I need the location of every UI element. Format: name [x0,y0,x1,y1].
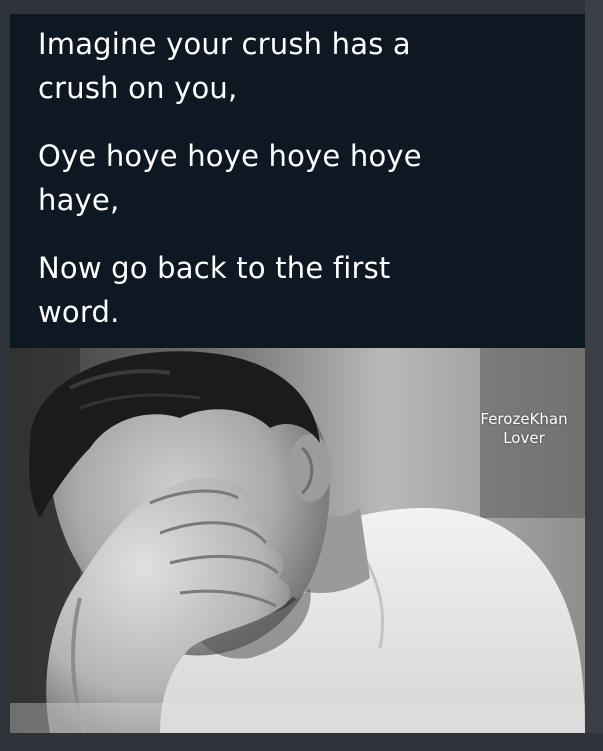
watermark-line-2: Lover [503,429,545,447]
man-facepalm-illustration [10,348,585,733]
meme-caption: Imagine your crush has a crush on you, O… [10,14,585,348]
caption-line-4: haye, [38,183,120,217]
caption-line-5: Now go back to the first [38,251,391,285]
caption-line-1: Imagine your crush has a [38,27,411,61]
meme-card: Imagine your crush has a crush on you, O… [0,0,603,751]
watermark: FerozeKhan Lover [469,410,579,448]
watermark-line-1: FerozeKhan [480,410,568,428]
right-border-strip [585,0,603,751]
bottom-blur [10,703,585,733]
ear [288,434,332,502]
caption-line-6: word. [38,295,120,329]
bottom-strip [0,733,603,751]
caption-line-2: crush on you, [38,71,238,105]
meme-photo: FerozeKhan Lover [10,348,585,733]
caption-line-3: Oye hoye hoye hoye hoye [38,139,422,173]
